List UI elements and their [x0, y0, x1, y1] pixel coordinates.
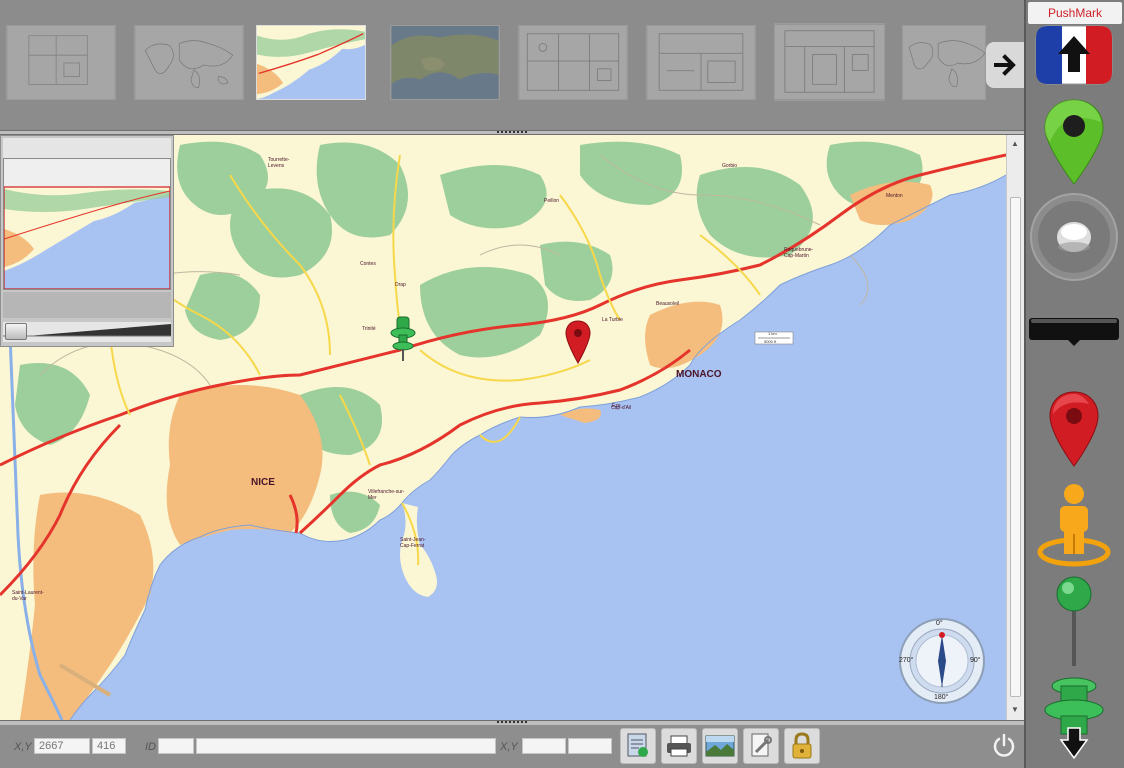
green-pushpin-download-icon — [1044, 677, 1104, 760]
zoom-slider[interactable] — [3, 322, 171, 342]
arrow-right-icon — [994, 54, 1016, 76]
settings-tools-button[interactable] — [743, 728, 779, 764]
load-map-icon — [627, 733, 648, 757]
power-icon — [993, 733, 1015, 757]
load-map-button[interactable] — [620, 728, 656, 764]
compass-south-label: 180° — [934, 694, 949, 701]
thumbnail-floor-plan-4[interactable] — [774, 23, 885, 101]
green-pushpin-download-tool[interactable] — [1026, 676, 1122, 766]
overview-panel — [0, 135, 174, 347]
label-nice: NICE — [251, 477, 275, 488]
overview-minimap[interactable] — [3, 158, 171, 290]
france-export-button[interactable] — [1026, 22, 1122, 88]
france-flag-upload-icon — [1035, 25, 1113, 85]
label-drap: Drap — [395, 282, 406, 288]
red-map-pin-icon — [1049, 391, 1099, 467]
label-peillon: Peillon — [544, 198, 560, 204]
label-beausoleil: Beausoleil — [656, 301, 680, 307]
thumbnail-floor-plan-2[interactable] — [518, 25, 628, 100]
next-thumbnails-button[interactable] — [986, 42, 1024, 88]
compass-widget[interactable]: 0° 90° 180° 270° — [898, 617, 986, 705]
scale-label-km: 1 km — [768, 331, 777, 336]
tools-icon — [751, 733, 772, 757]
lock-button[interactable] — [784, 728, 820, 764]
location-marker-tool[interactable] — [1026, 98, 1122, 186]
thumbnail-strip — [0, 0, 1024, 130]
id-field[interactable] — [196, 738, 496, 754]
id-prefix-field[interactable] — [158, 738, 194, 754]
pushmark-panel: PushMark — [1024, 0, 1124, 768]
person-pegman-icon — [1037, 484, 1111, 567]
x-coordinate-field[interactable]: 2667 — [34, 738, 90, 754]
x2-coordinate-field[interactable] — [522, 738, 566, 754]
overview-footer — [3, 292, 171, 318]
overview-header — [3, 138, 171, 158]
green-location-pin-icon — [1044, 99, 1104, 185]
green-round-pin-icon — [1056, 576, 1092, 666]
label-villefranche: Villefranche-sur-Mer — [368, 489, 405, 501]
thumbnail-europe-satellite[interactable] — [390, 25, 500, 100]
thumbnail-cote-azur-map[interactable] — [256, 25, 366, 100]
thumbnail-world-map[interactable] — [134, 25, 244, 100]
image-button[interactable] — [702, 728, 738, 764]
red-marker-tool[interactable] — [1026, 390, 1122, 468]
xy2-label: X,Y — [500, 741, 518, 753]
print-button[interactable] — [661, 728, 697, 764]
status-bar: X,Y 2667 416 ID X,Y — [0, 725, 1024, 768]
dropdown-bar-button[interactable] — [1026, 316, 1122, 346]
label-saint-laurent: Saint-Laurent-du-Var — [12, 590, 44, 602]
zoom-slider-handle[interactable] — [5, 323, 27, 340]
splitter-grip[interactable] — [497, 131, 527, 134]
label-saint-jean: Saint-Jean-Cap-Ferrat — [400, 537, 426, 549]
green-pushpin-marker[interactable] — [388, 315, 418, 363]
app-window: NICE MONACO Villefranche-sur-Mer Saint-J… — [0, 0, 1124, 768]
label-la-turbie: La Turbie — [602, 317, 623, 323]
scale-label-ft: 5000 ft — [764, 339, 777, 344]
thumbnail-floor-plan-1[interactable] — [6, 25, 116, 100]
label-tourrette: Tourrette-Levens — [268, 157, 290, 169]
scrollbar-thumb[interactable] — [1010, 197, 1021, 697]
bottom-splitter-grip[interactable] — [497, 721, 527, 724]
label-menton: Menton — [886, 193, 903, 199]
power-button[interactable] — [990, 732, 1018, 760]
label-cap-dail: Cap-d'Ail — [611, 405, 632, 411]
label-monaco: MONACO — [676, 369, 722, 380]
pushmark-title: PushMark — [1028, 2, 1122, 24]
joystick-knob-icon — [1030, 193, 1118, 281]
label-roquebrune: Roquebrune-Cap-Martin — [784, 247, 814, 259]
xy-label: X,Y — [14, 741, 32, 753]
red-pin-marker[interactable] — [565, 320, 591, 364]
printer-icon — [667, 735, 691, 757]
map-vertical-scrollbar[interactable]: ▲ ▼ — [1006, 135, 1024, 720]
id-label: ID — [145, 741, 156, 753]
image-icon — [705, 735, 735, 757]
label-trinite: Trinité — [362, 326, 376, 332]
dropdown-bar-icon — [1029, 318, 1119, 346]
compass-north-label: 0° — [936, 620, 943, 627]
joystick-control[interactable] — [1026, 192, 1122, 282]
compass-west-label: 270° — [899, 657, 914, 664]
compass-east-label: 90° — [970, 657, 981, 664]
street-view-tool[interactable] — [1026, 482, 1122, 570]
thumbnail-floor-plan-3[interactable] — [646, 25, 756, 100]
label-contes: Contes — [360, 261, 376, 267]
y2-coordinate-field[interactable] — [568, 738, 612, 754]
thumbnail-world-map-2[interactable] — [902, 25, 986, 100]
label-gorbio: Gorbio — [722, 163, 738, 169]
scroll-up-icon[interactable]: ▲ — [1011, 139, 1019, 148]
y-coordinate-field[interactable]: 416 — [92, 738, 126, 754]
lock-icon — [792, 732, 812, 759]
scroll-down-icon[interactable]: ▼ — [1011, 705, 1019, 714]
green-pin-tool[interactable] — [1026, 574, 1122, 668]
